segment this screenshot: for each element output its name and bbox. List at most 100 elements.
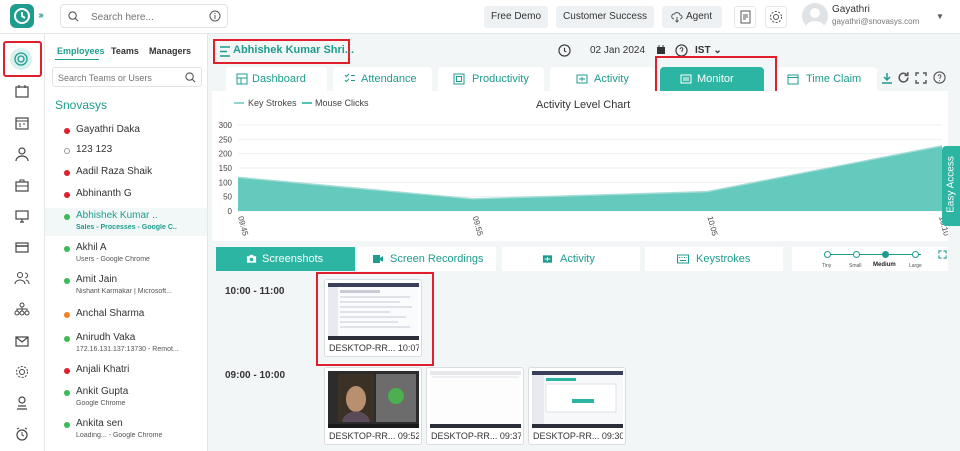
calendar-icon[interactable]	[656, 45, 666, 55]
free-demo-button[interactable]: Free Demo	[484, 6, 548, 28]
screenshot-thumbnail[interactable]: DESKTOP-RR... 09:52	[324, 367, 422, 445]
user-name: Gayathri	[832, 4, 870, 15]
activity-chart: 30025020015010050009:45 09:55 10:05 10:10	[219, 121, 948, 237]
left-nav-rail	[0, 34, 45, 451]
subtab-activity[interactable]: Activity	[502, 247, 640, 271]
tab-activity[interactable]: Activity	[550, 67, 654, 91]
tab-dashboard[interactable]: Dashboard	[226, 67, 327, 91]
employee-list-item[interactable]: Gayathri Daka	[45, 122, 207, 140]
easy-access-button[interactable]: Easy Access	[942, 146, 960, 226]
tab-productivity[interactable]: Productivity	[438, 67, 544, 91]
menu-icon[interactable]	[220, 46, 230, 57]
employee-list-item[interactable]: 123 123	[45, 142, 207, 160]
nav-briefcase-icon[interactable]	[14, 177, 30, 193]
timezone-select[interactable]: IST ⌄	[695, 45, 722, 56]
nav-profile-icon[interactable]	[14, 395, 30, 411]
tab-productivity-label: Productivity	[472, 73, 529, 85]
customer-success-button[interactable]: Customer Success	[556, 6, 654, 28]
agent-button[interactable]: Agent	[662, 6, 722, 28]
tab-attendance-label: Attendance	[361, 73, 417, 85]
subtab-screenshots[interactable]: Screenshots	[216, 247, 355, 271]
nav-monitor-icon[interactable]	[14, 208, 30, 224]
nav-settings-icon[interactable]	[14, 364, 30, 380]
zoom-stop-small[interactable]	[853, 251, 860, 258]
easy-access-label: Easy Access	[945, 156, 957, 213]
screenshot-thumbnail[interactable]: DESKTOP-RR... 09:30	[528, 367, 626, 445]
zoom-stop-large[interactable]	[912, 251, 919, 258]
nav-mail-icon[interactable]	[14, 333, 30, 349]
employee-list-item[interactable]: Anjali Khatri	[45, 362, 207, 380]
status-dot-icon	[64, 422, 70, 428]
nav-users-icon[interactable]	[14, 270, 30, 286]
app-logo-icon[interactable]	[10, 4, 34, 28]
screenshot-image	[532, 371, 623, 428]
expand-icon[interactable]	[938, 250, 947, 259]
employee-list-item[interactable]: Ankit Gupta Google Chrome	[45, 384, 207, 412]
employee-name: 123 123	[76, 144, 113, 155]
nav-alarm-icon[interactable]	[14, 426, 30, 442]
expand-menu-icon[interactable]: ›››	[38, 10, 44, 21]
zoom-slider[interactable]: Tiny Small Medium Large	[792, 247, 948, 271]
legend-swatch-key-strokes	[234, 102, 244, 104]
tab-managers[interactable]: Managers	[149, 46, 191, 56]
nav-schedule-icon[interactable]	[14, 115, 30, 131]
main-content: Abhishek Kumar Shri... 02 Jan 2024 IST ⌄…	[208, 34, 960, 451]
tab-attendance[interactable]: Attendance	[333, 67, 432, 91]
employee-list-item[interactable]: Ankita sen Loading... - Google Chrome	[45, 416, 207, 444]
selected-employee-name[interactable]: Abhishek Kumar Shri...	[233, 44, 354, 56]
zoom-label-small: Small	[849, 263, 862, 269]
help-icon[interactable]	[933, 71, 946, 84]
date-value[interactable]: 02 Jan 2024	[590, 45, 645, 56]
screenshot-image	[328, 283, 419, 340]
nav-org-chart-icon[interactable]	[14, 302, 30, 318]
employee-list-item[interactable]: Abhinanth G	[45, 186, 207, 204]
screenshot-caption: DESKTOP-RR... 09:52	[329, 431, 419, 441]
time-slot-label: 09:00 - 10:00	[225, 370, 286, 381]
download-icon[interactable]	[881, 72, 893, 84]
zoom-stop-tiny[interactable]	[824, 251, 831, 258]
screenshot-thumbnail[interactable]: DESKTOP-RR... 10:07 I	[324, 279, 422, 357]
employee-panel: Employees Teams Managers Snovasys Gayath…	[45, 34, 208, 451]
settings-icon[interactable]	[765, 6, 787, 28]
tab-time-claim[interactable]: Time Claim	[777, 67, 877, 91]
document-icon[interactable]	[734, 6, 756, 28]
y-tick-label: 200	[219, 150, 233, 159]
nav-card-icon[interactable]	[14, 239, 30, 255]
employee-list-item[interactable]: Aadil Raza Shaik	[45, 164, 207, 182]
status-dot-icon	[64, 390, 70, 396]
status-dot-icon	[64, 336, 70, 342]
search-input[interactable]	[91, 9, 201, 25]
fullscreen-icon[interactable]	[915, 72, 927, 84]
refresh-icon[interactable]	[897, 71, 910, 84]
employee-list-item[interactable]: Abhishek Kumar .. Sales - Processes - Goo…	[45, 208, 207, 236]
employee-list-item[interactable]: Akhil A Users - Google Chrome	[45, 240, 207, 268]
x-tick-label: 10:05	[705, 215, 719, 237]
zoom-stop-medium[interactable]	[882, 251, 889, 258]
subtab-screen-recordings[interactable]: Screen Recordings	[358, 247, 496, 271]
status-dot-icon	[64, 128, 70, 134]
subtab-keystrokes[interactable]: Keystrokes	[645, 247, 783, 271]
nav-user-icon[interactable]	[14, 146, 30, 162]
employee-list-item[interactable]: Anchal Sharma	[45, 306, 207, 324]
y-tick-label: 150	[219, 164, 233, 173]
avatar[interactable]	[802, 3, 828, 29]
global-search[interactable]	[60, 4, 228, 28]
nav-activity-tracker-icon[interactable]	[10, 48, 32, 70]
screenshot-thumbnail[interactable]: DESKTOP-RR... 09:37	[426, 367, 524, 445]
info-icon[interactable]	[209, 10, 221, 22]
employee-list-item[interactable]: Amit Jain Nishant Karmakar | Microsoft...	[45, 272, 207, 300]
employee-list-item[interactable]: Anirudh Vaka 172.16.131.137:13730 - Remot…	[45, 330, 207, 358]
nav-calendar-icon[interactable]	[14, 83, 30, 99]
team-search[interactable]	[52, 67, 202, 87]
user-menu-chevron-icon[interactable]: ▼	[936, 12, 944, 21]
tab-dashboard-label: Dashboard	[252, 73, 306, 85]
tab-employees[interactable]: Employees	[57, 46, 105, 56]
org-name: Snovasys	[55, 98, 108, 112]
keyboard-icon	[677, 254, 689, 264]
employee-name: Anjali Khatri	[76, 364, 130, 375]
tab-activity-label: Activity	[594, 73, 629, 85]
employee-name: Abhishek Kumar ..	[76, 210, 158, 221]
tab-time-claim-label: Time Claim	[806, 73, 862, 85]
team-search-input[interactable]	[58, 71, 176, 84]
tab-teams[interactable]: Teams	[111, 46, 139, 56]
